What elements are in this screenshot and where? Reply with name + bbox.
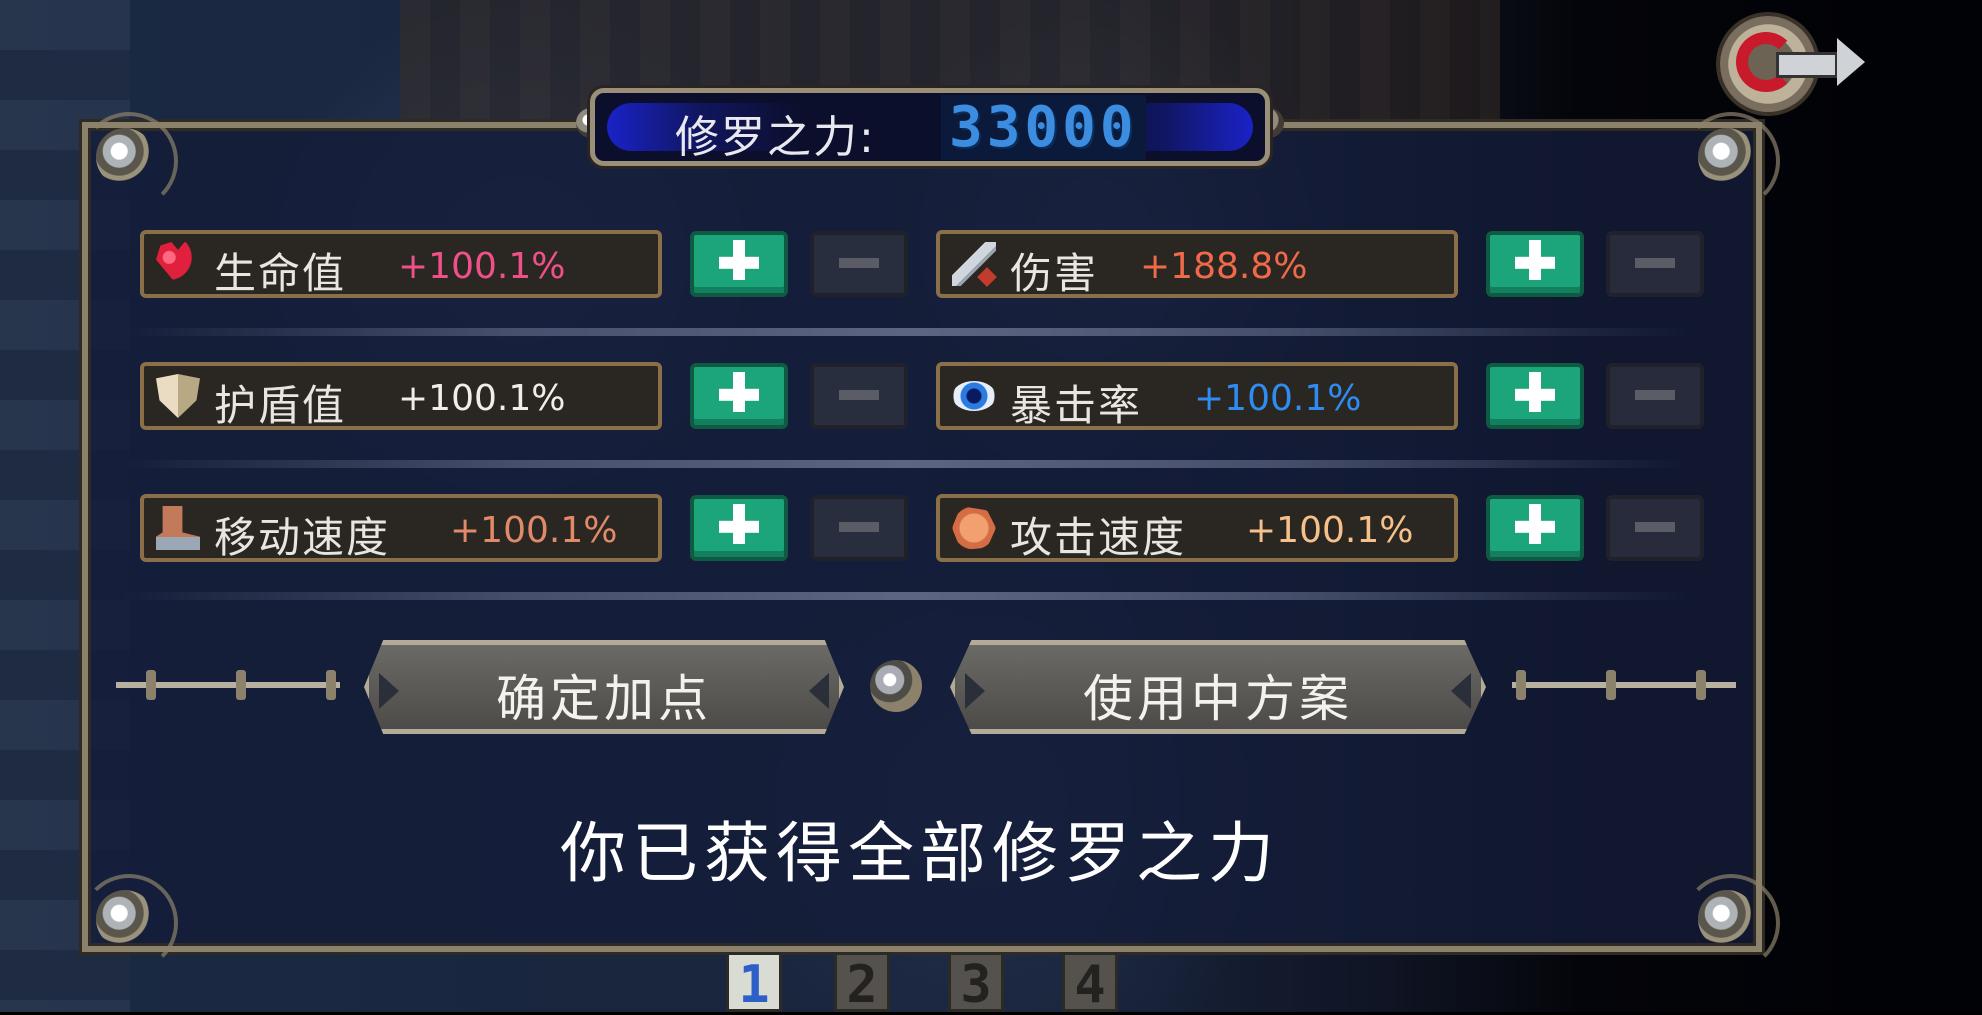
- stat-value: +100.1%: [398, 246, 566, 287]
- chevron-right-icon: [809, 673, 829, 709]
- chevron-right-icon: [1451, 673, 1471, 709]
- confirm-points-button[interactable]: 确定加点: [364, 640, 844, 734]
- corner-orb-icon: [80, 874, 178, 972]
- row-divider: [120, 592, 1690, 600]
- shield-icon: [156, 374, 200, 418]
- stat-attack-speed: 攻击速度 +100.1%: [936, 494, 1458, 562]
- arrow-right-icon: [1776, 38, 1865, 86]
- confirm-points-label: 确定加点: [496, 670, 712, 728]
- fist-icon: [952, 506, 996, 550]
- stat-name: 生命值: [214, 249, 347, 298]
- increase-move-speed-button[interactable]: [690, 495, 788, 561]
- exit-button[interactable]: [1710, 6, 1865, 124]
- stat-crit-rate: 暴击率 +100.1%: [936, 362, 1458, 430]
- decrease-crit-button[interactable]: [1606, 363, 1704, 429]
- stat-name: 攻击速度: [1010, 513, 1187, 562]
- stat-name: 伤害: [1010, 249, 1099, 298]
- status-message: 你已获得全部修罗之力: [560, 815, 1280, 892]
- stat-shield: 护盾值 +100.1%: [140, 362, 662, 430]
- power-value: 33000: [941, 95, 1146, 160]
- heart-icon: [156, 242, 200, 286]
- stat-name: 护盾值: [214, 381, 347, 430]
- stat-value: +100.1%: [1194, 378, 1362, 419]
- stat-name: 暴击率: [1010, 381, 1143, 430]
- preset-in-use-label: 使用中方案: [1083, 670, 1353, 728]
- increase-shield-button[interactable]: [690, 363, 788, 429]
- stat-move-speed: 移动速度 +100.1%: [140, 494, 662, 562]
- preset-tab-1[interactable]: 1: [726, 952, 782, 1015]
- stat-value: +100.1%: [398, 378, 566, 419]
- stat-damage: 伤害 +188.8%: [936, 230, 1458, 298]
- center-orb-icon: [870, 660, 922, 712]
- row-divider: [120, 328, 1690, 336]
- increase-hp-button[interactable]: [690, 231, 788, 297]
- left-ornament-icon: [116, 670, 340, 700]
- corner-orb-icon: [1682, 112, 1780, 210]
- row-divider: [120, 460, 1690, 468]
- stat-hp: 生命值 +100.1%: [140, 230, 662, 298]
- decrease-damage-button[interactable]: [1606, 231, 1704, 297]
- right-ornament-icon: [1512, 670, 1736, 700]
- stat-value: +100.1%: [1246, 510, 1414, 551]
- decrease-shield-button[interactable]: [810, 363, 908, 429]
- decrease-hp-button[interactable]: [810, 231, 908, 297]
- boot-icon: [156, 506, 200, 550]
- increase-damage-button[interactable]: [1486, 231, 1584, 297]
- increase-crit-button[interactable]: [1486, 363, 1584, 429]
- decrease-attack-speed-button[interactable]: [1606, 495, 1704, 561]
- stat-value: +100.1%: [450, 510, 618, 551]
- sword-icon: [952, 242, 996, 286]
- stat-name: 移动速度: [214, 513, 391, 562]
- corner-orb-icon: [80, 112, 178, 210]
- power-header: 修罗之力: 33000: [590, 88, 1270, 166]
- decrease-move-speed-button[interactable]: [810, 495, 908, 561]
- eye-icon: [952, 381, 996, 411]
- preset-tab-4[interactable]: 4: [1062, 952, 1118, 1015]
- increase-attack-speed-button[interactable]: [1486, 495, 1584, 561]
- preset-tab-3[interactable]: 3: [948, 952, 1004, 1015]
- preset-in-use-button[interactable]: 使用中方案: [950, 640, 1486, 734]
- preset-tab-2[interactable]: 2: [834, 952, 890, 1015]
- corner-orb-icon: [1682, 874, 1780, 972]
- stat-value: +188.8%: [1140, 246, 1308, 287]
- power-label: 修罗之力:: [675, 112, 876, 163]
